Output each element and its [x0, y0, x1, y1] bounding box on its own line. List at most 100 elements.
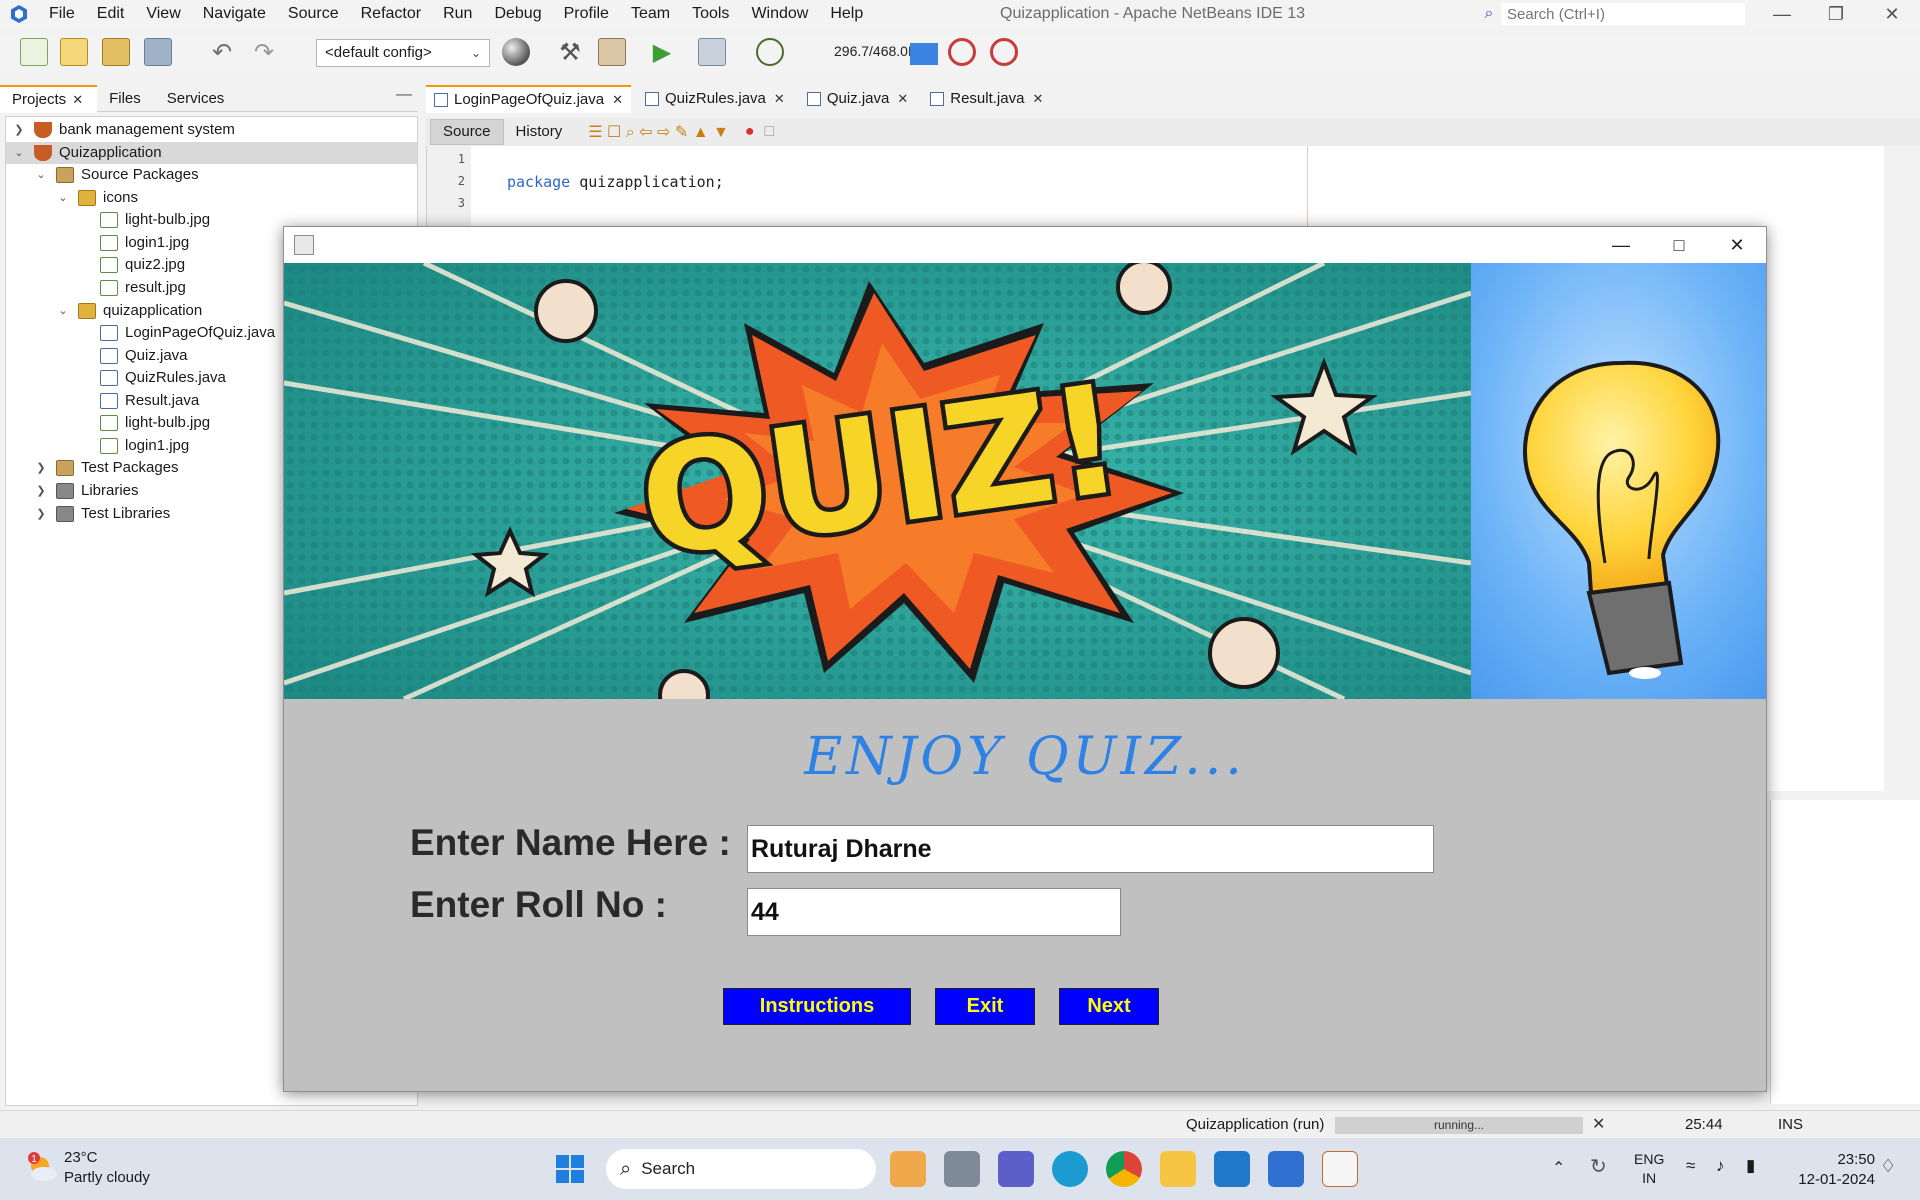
close-icon[interactable]: ✕	[72, 92, 83, 107]
name-input[interactable]	[747, 825, 1434, 873]
tree-item[interactable]: ❯ bank management system	[12, 119, 235, 141]
tree-item[interactable]: ⌄ quizapplication	[56, 300, 202, 322]
tree-item[interactable]: quiz2.jpg	[100, 254, 185, 276]
tree-item[interactable]: login1.jpg	[100, 232, 189, 254]
task-view-icon[interactable]	[944, 1151, 980, 1187]
clock[interactable]: 23:50 12-01-2024	[1787, 1150, 1875, 1190]
menu-help[interactable]: Help	[819, 0, 874, 28]
tab-projects[interactable]: Projects ✕	[0, 84, 98, 113]
tree-item[interactable]: ❯ Test Libraries	[34, 503, 170, 525]
vscode-icon[interactable]	[1214, 1151, 1250, 1187]
menu-file[interactable]: File	[38, 0, 86, 28]
macro-stop-icon[interactable]: □	[765, 123, 775, 141]
tree-item[interactable]: ⌄ icons	[56, 187, 138, 209]
restore-icon[interactable]: ❐	[1808, 0, 1864, 28]
tree-item[interactable]: Result.java	[100, 390, 199, 412]
tree-item[interactable]: Quiz.java	[100, 345, 188, 367]
undo-icon[interactable]: ↶	[208, 38, 236, 66]
chevron-down-icon[interactable]: ⌄	[12, 142, 26, 164]
menu-run[interactable]: Run	[432, 0, 483, 28]
copilot-icon[interactable]	[890, 1151, 926, 1187]
close-icon[interactable]: ✕	[1864, 0, 1920, 28]
chevron-right-icon[interactable]: ❯	[12, 119, 26, 141]
tree-item[interactable]: light-bulb.jpg	[100, 412, 210, 434]
netbeans-icon[interactable]	[1268, 1151, 1304, 1187]
open-project-icon[interactable]	[102, 38, 130, 66]
wifi-icon[interactable]: ≈	[1686, 1156, 1695, 1176]
menu-view[interactable]: View	[135, 0, 191, 28]
menu-debug[interactable]: Debug	[483, 0, 552, 28]
build-hammer-icon[interactable]: ⚒	[556, 38, 584, 66]
clean-build-icon[interactable]	[598, 38, 626, 66]
menu-tools[interactable]: Tools	[681, 0, 740, 28]
exit-button[interactable]: Exit	[935, 988, 1035, 1025]
redo-icon[interactable]: ↷	[250, 38, 278, 66]
instructions-button[interactable]: Instructions	[723, 988, 911, 1025]
chevron-down-icon[interactable]: ⌄	[56, 300, 70, 322]
tree-item[interactable]: light-bulb.jpg	[100, 209, 210, 231]
chevron-up-icon[interactable]: ⌃	[1552, 1158, 1565, 1178]
tab-files[interactable]: Files	[97, 86, 155, 112]
menu-profile[interactable]: Profile	[553, 0, 620, 28]
chrome-icon[interactable]	[1106, 1151, 1142, 1187]
chevron-right-icon[interactable]: ❯	[34, 457, 48, 479]
edge-icon[interactable]	[1052, 1151, 1088, 1187]
chevron-down-icon[interactable]: ⌄	[56, 187, 70, 209]
source-tab[interactable]: Source	[430, 119, 504, 145]
minimize-panel-icon[interactable]: —	[396, 86, 412, 104]
weather-widget[interactable]: 1 23°C Partly cloudy	[24, 1148, 150, 1188]
tree-item[interactable]: QuizRules.java	[100, 367, 226, 389]
gc-icon[interactable]	[948, 38, 976, 66]
tab-loginpageofquiz[interactable]: LoginPageOfQuiz.java ✕	[426, 85, 632, 113]
run-label[interactable]: Quizapplication (run)	[1186, 1116, 1324, 1133]
menu-edit[interactable]: Edit	[86, 0, 136, 28]
menu-source[interactable]: Source	[277, 0, 350, 28]
tree-item[interactable]: ⌄ Quizapplication	[6, 142, 417, 164]
menu-navigate[interactable]: Navigate	[192, 0, 277, 28]
editor-tools-icon[interactable]: ☰ ☐ ⌕ ⇦ ⇨ ✎ ▲ ▼	[588, 122, 729, 142]
tree-item[interactable]: ❯ Libraries	[34, 480, 139, 502]
ide-search[interactable]: ⌕	[1477, 3, 1751, 25]
close-icon[interactable]: ✕	[612, 87, 623, 113]
tab-services[interactable]: Services	[155, 86, 239, 112]
teams-icon[interactable]	[998, 1151, 1034, 1187]
maximize-icon[interactable]: □	[1650, 227, 1708, 263]
profile-icon[interactable]	[756, 38, 784, 66]
close-icon[interactable]: ✕	[1708, 227, 1766, 263]
menu-refactor[interactable]: Refactor	[350, 0, 432, 28]
roll-no-input[interactable]	[747, 888, 1121, 936]
notification-bell-icon[interactable]: ♢	[1880, 1156, 1896, 1177]
menu-team[interactable]: Team	[620, 0, 681, 28]
menu-window[interactable]: Window	[740, 0, 819, 28]
tab-quizrules[interactable]: QuizRules.java ✕	[637, 86, 793, 112]
tree-item[interactable]: result.jpg	[100, 277, 186, 299]
cancel-icon[interactable]: ✕	[1592, 1114, 1605, 1134]
config-select[interactable]: <default config> ⌄	[316, 39, 490, 67]
memory-gauge[interactable]	[910, 43, 938, 65]
tree-item[interactable]: LoginPageOfQuiz.java	[100, 322, 275, 344]
ide-search-input[interactable]	[1501, 3, 1745, 25]
tab-result[interactable]: Result.java ✕	[922, 86, 1051, 112]
new-file-icon[interactable]	[20, 38, 48, 66]
close-icon[interactable]: ✕	[1032, 86, 1043, 112]
tree-item[interactable]: ⌄ Source Packages	[34, 164, 199, 186]
minimize-icon[interactable]: —	[1754, 0, 1810, 28]
debug-icon[interactable]	[698, 38, 726, 66]
chevron-right-icon[interactable]: ❯	[34, 480, 48, 502]
tree-item[interactable]: login1.jpg	[100, 435, 189, 457]
close-icon[interactable]: ✕	[774, 86, 785, 112]
globe-icon[interactable]	[502, 38, 530, 66]
sync-icon[interactable]: ↻	[1590, 1154, 1607, 1179]
new-project-icon[interactable]	[60, 38, 88, 66]
chevron-right-icon[interactable]: ❯	[34, 503, 48, 525]
windows-start-icon[interactable]	[552, 1151, 588, 1187]
language-indicator[interactable]: ENG IN	[1634, 1150, 1664, 1188]
run-icon[interactable]: ▶	[648, 38, 676, 66]
volume-icon[interactable]: ♪	[1716, 1156, 1725, 1176]
next-button[interactable]: Next	[1059, 988, 1159, 1025]
minimize-icon[interactable]: —	[1592, 227, 1650, 263]
history-tab[interactable]: History	[504, 120, 575, 144]
macro-record-icon[interactable]: ●	[745, 123, 755, 141]
java-app-taskbar-icon[interactable]	[1322, 1151, 1358, 1187]
file-explorer-icon[interactable]	[1160, 1151, 1196, 1187]
